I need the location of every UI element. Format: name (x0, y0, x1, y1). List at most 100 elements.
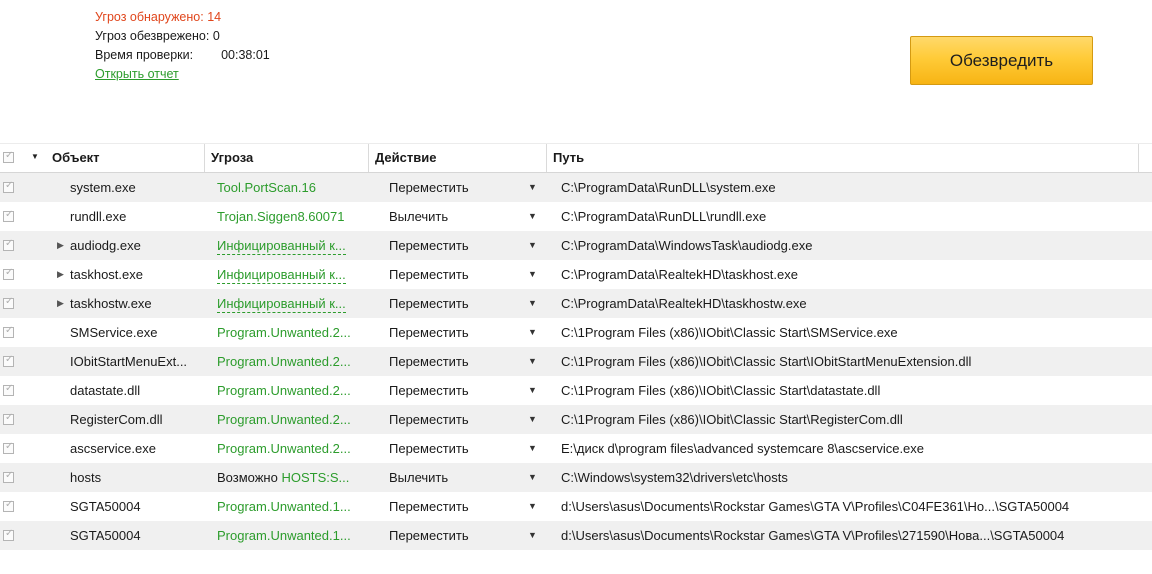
table-row[interactable]: SGTA50004 Program.Unwanted.1... Переместит… (0, 521, 1152, 550)
row-checkbox[interactable] (3, 382, 14, 396)
threat-name: Program.Unwanted.2... (217, 412, 351, 427)
table-row[interactable]: RegisterCom.dll Program.Unwanted.2... Пере… (0, 405, 1152, 434)
threats-detected-value: 14 (207, 10, 222, 24)
chevron-down-icon[interactable]: ▼ (528, 318, 540, 347)
threat-cell: Program.Unwanted.1... (217, 492, 377, 521)
threat-cell[interactable]: Инфицированный к... (217, 260, 377, 289)
path-cell: C:\ProgramData\RealtekHD\taskhostw.exe (561, 296, 807, 311)
row-checkbox[interactable] (3, 237, 14, 251)
chevron-down-icon[interactable]: ▼ (528, 405, 540, 434)
row-checkbox[interactable] (3, 353, 14, 367)
table-row[interactable]: ▶ taskhost.exe Инфицированный к... Перемест… (0, 260, 1152, 289)
path-cell: E:\диск d\program files\advanced systemc… (561, 441, 925, 456)
chevron-down-icon[interactable]: ▼ (528, 231, 540, 260)
threat-cell: Program.Unwanted.1... (217, 521, 377, 550)
neutralize-button[interactable]: Обезвредить (910, 36, 1093, 85)
action-select[interactable]: Переместить (389, 231, 499, 260)
path-cell: C:\1Program Files (x86)\IObit\Classic St… (561, 325, 898, 340)
action-select[interactable]: Переместить (389, 318, 499, 347)
table-row[interactable]: ascservice.exe Program.Unwanted.2... Перем… (0, 434, 1152, 463)
path-cell: d:\Users\asus\Documents\Rockstar Games\G… (561, 499, 1070, 514)
threats-neutralized-label: Угроз обезврежено: (95, 29, 210, 43)
object-cell: hosts (70, 470, 102, 485)
action-select[interactable]: Переместить (389, 289, 499, 318)
path-cell: C:\Windows\system32\drivers\etc\hosts (561, 470, 788, 485)
chevron-down-icon[interactable]: ▼ (528, 434, 540, 463)
threats-detected-label: Угроз обнаружено: (95, 10, 204, 24)
path-cell: C:\ProgramData\RunDLL\system.exe (561, 180, 776, 195)
table-row[interactable]: ▶ audiodg.exe Инфицированный к... Перемести… (0, 231, 1152, 260)
expand-arrow-icon[interactable]: ▶ (57, 260, 64, 289)
chevron-down-icon[interactable]: ▼ (528, 347, 540, 376)
threat-cell: Program.Unwanted.2... (217, 376, 377, 405)
scan-time-label: Время проверки: (95, 48, 194, 62)
chevron-down-icon[interactable]: ▼ (528, 289, 540, 318)
chevron-down-icon[interactable]: ▼ (528, 492, 540, 521)
table-row[interactable]: datastate.dll Program.Unwanted.2... Переме… (0, 376, 1152, 405)
threat-name: Инфицированный к... (217, 296, 346, 313)
path-cell: C:\ProgramData\RealtekHD\taskhost.exe (561, 267, 798, 282)
row-checkbox[interactable] (3, 469, 14, 483)
threat-cell: Tool.PortScan.16 (217, 173, 377, 202)
select-all-checkbox[interactable] (3, 149, 14, 163)
action-select[interactable]: Переместить (389, 376, 499, 405)
chevron-down-icon[interactable]: ▼ (528, 173, 540, 202)
object-cell: RegisterCom.dll (70, 412, 163, 427)
action-select[interactable]: Переместить (389, 492, 499, 521)
object-cell: audiodg.exe (70, 238, 141, 253)
table-row[interactable]: ▶ taskhostw.exe Инфицированный к... Перемес… (0, 289, 1152, 318)
threat-cell[interactable]: Инфицированный к... (217, 289, 377, 318)
table-row[interactable]: hosts Возможно HOSTS:S... Вылечить ▼ C:\Wind… (0, 463, 1152, 492)
object-cell: system.exe (70, 180, 136, 195)
sort-arrow-icon[interactable]: ▼ (31, 144, 39, 170)
column-header-action[interactable]: Действие (369, 144, 547, 172)
chevron-down-icon[interactable]: ▼ (528, 202, 540, 231)
scan-time-value: 00:38:01 (221, 48, 270, 62)
action-select[interactable]: Переместить (389, 260, 499, 289)
open-report-link[interactable]: Открыть отчет (95, 67, 179, 81)
column-header-path[interactable]: Путь (547, 144, 1139, 172)
action-select[interactable]: Вылечить (389, 463, 499, 492)
threat-name: Trojan.Siggen8.60071 (217, 209, 345, 224)
row-checkbox[interactable] (3, 179, 14, 193)
threat-cell: Trojan.Siggen8.60071 (217, 202, 377, 231)
action-select[interactable]: Переместить (389, 347, 499, 376)
column-header-threat[interactable]: Угроза (205, 144, 369, 172)
chevron-down-icon[interactable]: ▼ (528, 521, 540, 550)
table-row[interactable]: SMService.exe Program.Unwanted.2... Переме… (0, 318, 1152, 347)
action-select[interactable]: Переместить (389, 173, 499, 202)
threat-cell: Program.Unwanted.2... (217, 318, 377, 347)
row-checkbox[interactable] (3, 266, 14, 280)
row-checkbox[interactable] (3, 440, 14, 454)
table-row[interactable]: system.exe Tool.PortScan.16 Переместить ▼ C:… (0, 173, 1152, 202)
path-cell: d:\Users\asus\Documents\Rockstar Games\G… (561, 528, 1065, 543)
action-select[interactable]: Переместить (389, 434, 499, 463)
threats-detected: Угроз обнаружено: 14 (95, 8, 270, 27)
path-cell: C:\1Program Files (x86)\IObit\Classic St… (561, 383, 881, 398)
chevron-down-icon[interactable]: ▼ (528, 376, 540, 405)
threat-name: Tool.PortScan.16 (217, 180, 317, 195)
table-row[interactable]: IObitStartMenuExt... Program.Unwanted.2..… (0, 347, 1152, 376)
object-cell: taskhost.exe (70, 267, 143, 282)
row-checkbox[interactable] (3, 527, 14, 541)
row-checkbox[interactable] (3, 208, 14, 222)
object-cell: rundll.exe (70, 209, 127, 224)
expand-arrow-icon[interactable]: ▶ (57, 231, 64, 260)
chevron-down-icon[interactable]: ▼ (528, 463, 540, 492)
column-header-object[interactable]: Объект (46, 144, 205, 172)
action-select[interactable]: Вылечить (389, 202, 499, 231)
row-checkbox[interactable] (3, 411, 14, 425)
threat-name: Инфицированный к... (217, 267, 346, 284)
table-row[interactable]: rundll.exe Trojan.Siggen8.60071 Вылечить ▼ C… (0, 202, 1152, 231)
chevron-down-icon[interactable]: ▼ (528, 260, 540, 289)
action-select[interactable]: Переместить (389, 405, 499, 434)
object-cell: IObitStartMenuExt... (70, 354, 188, 369)
row-checkbox[interactable] (3, 324, 14, 338)
expand-arrow-icon[interactable]: ▶ (57, 289, 64, 318)
table-row[interactable]: SGTA50004 Program.Unwanted.1... Переместит… (0, 492, 1152, 521)
object-cell: SGTA50004 (70, 499, 141, 514)
row-checkbox[interactable] (3, 498, 14, 512)
action-select[interactable]: Переместить (389, 521, 499, 550)
row-checkbox[interactable] (3, 295, 14, 309)
threat-cell[interactable]: Инфицированный к... (217, 231, 377, 260)
